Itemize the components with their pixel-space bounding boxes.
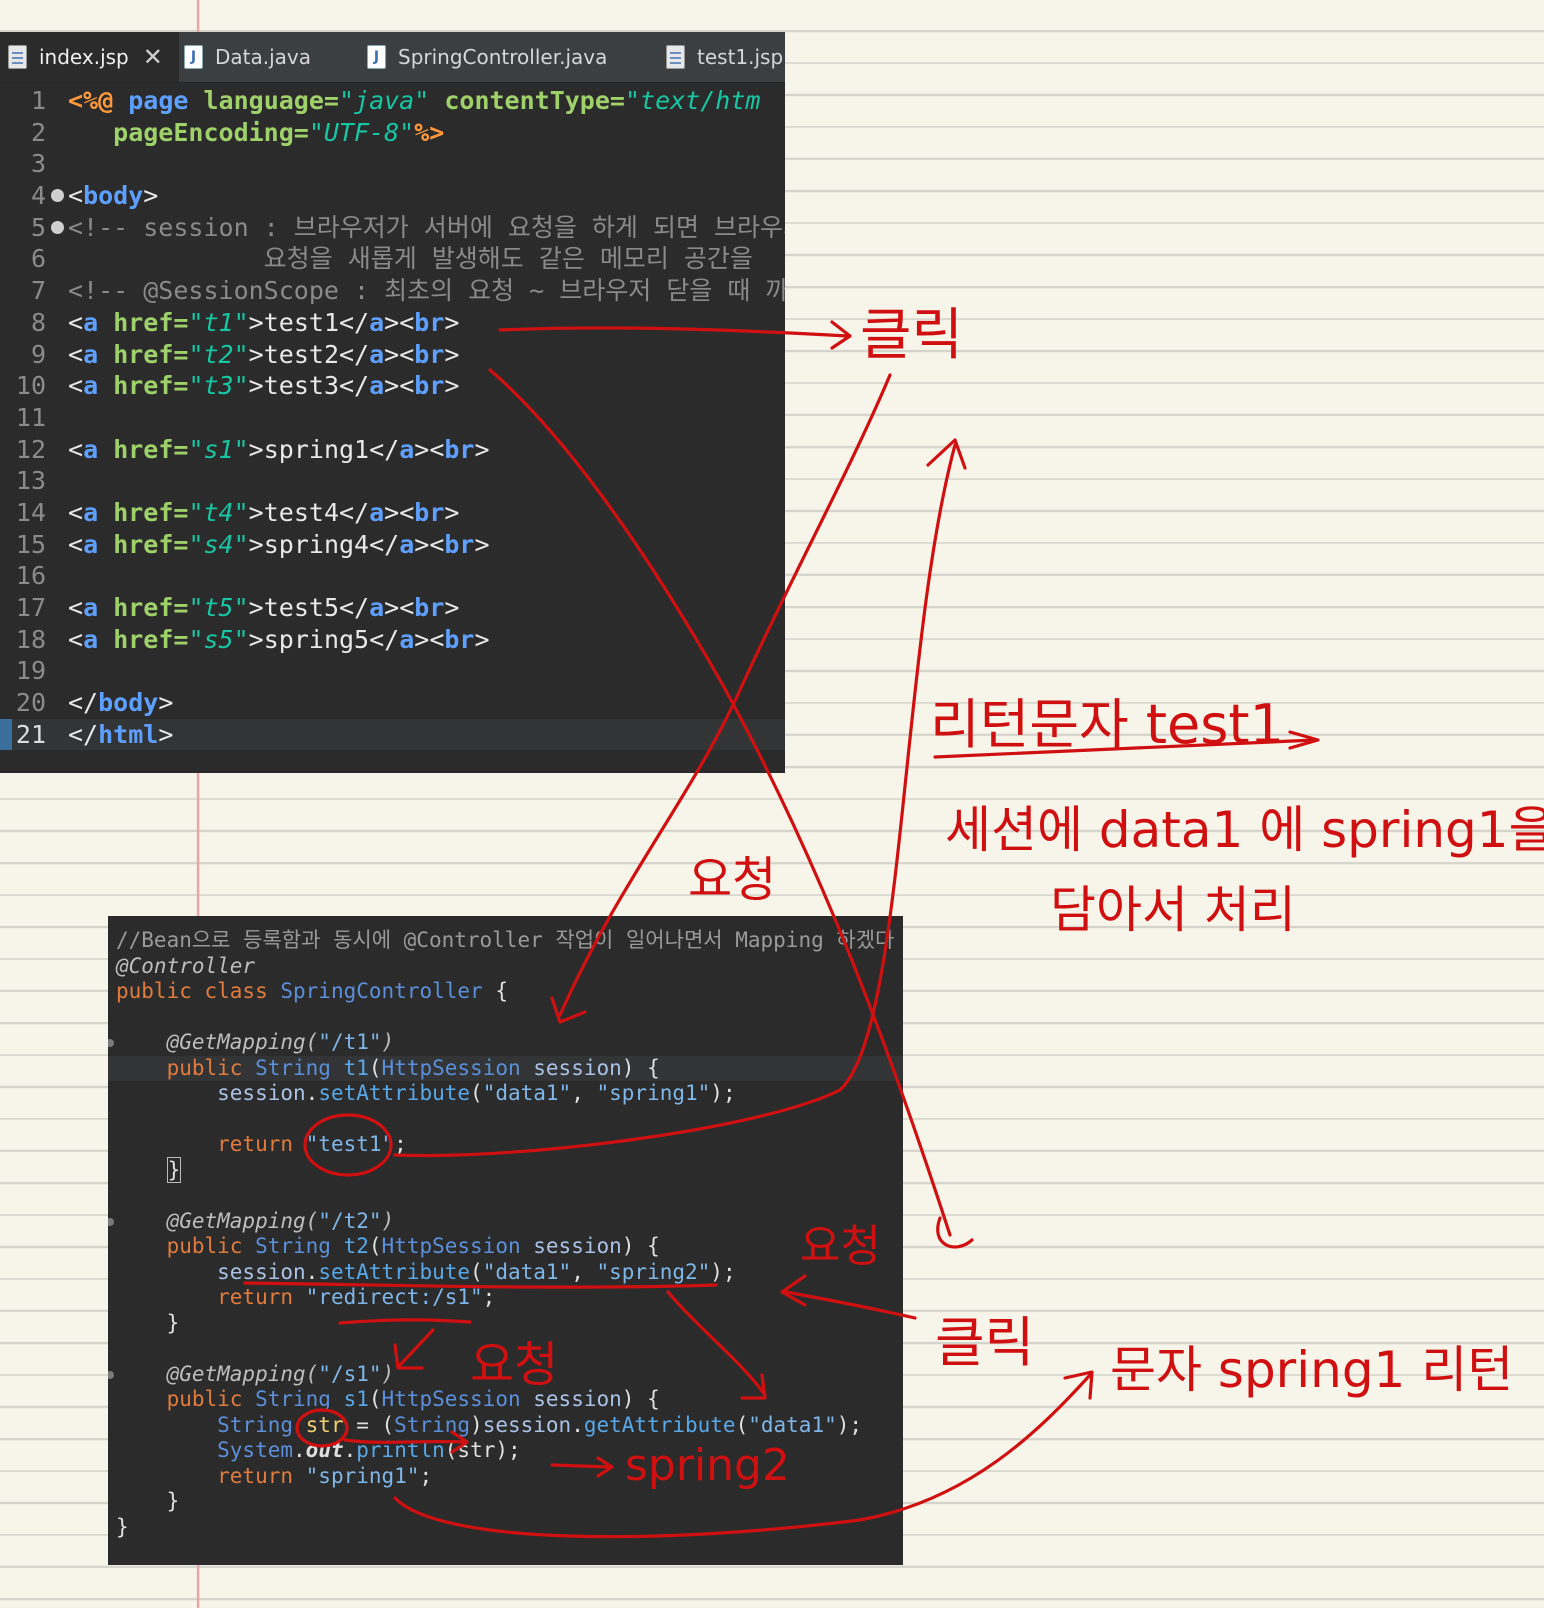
code-line: 19 <box>15 656 46 686</box>
code-line: 9 <a href="t2">test2</a><br> <box>30 339 460 369</box>
code-line: 3 <box>30 149 46 179</box>
code-line: session.setAttribute("data1", "spring2")… <box>116 1259 736 1284</box>
handwritten-note: 요청 <box>688 852 777 908</box>
code-line: return "redirect:/s1"; <box>116 1285 496 1309</box>
handwritten-note: 문자 spring1 리턴 <box>1110 1341 1514 1399</box>
handwritten-note: 클릭 <box>860 303 964 368</box>
code-line: public class SpringController { <box>116 979 508 1003</box>
code-line: 8 <a href="t1">test1</a><br> <box>30 307 460 337</box>
handwritten-note: 클릭 <box>935 1311 1035 1374</box>
jsp-file-icon <box>8 45 27 69</box>
arrow-tail <box>936 1216 974 1249</box>
editor-tab-bar: index.jsp ✕ J Data.java J SpringControll… <box>0 32 785 83</box>
code-line: 4 <body> <box>30 181 159 211</box>
fold-icon[interactable] <box>51 189 64 203</box>
java-editor-window: //Bean으로 등록함과 동시에 @Controller 작업이 일어나면서 … <box>108 916 903 1565</box>
code-line: 7 <!-- @SessionScope : 최초의 요청 ~ 브라우저 닫을 때… <box>30 276 785 306</box>
arrow-head <box>926 438 967 470</box>
code-line: System.out.println(str); <box>116 1438 521 1462</box>
code-line: } <box>116 1489 180 1513</box>
code-line: } <box>116 1310 180 1335</box>
jsp-code-area[interactable]: 1 <%@ page language="java" contentType="t… <box>0 83 785 751</box>
code-line: return "test1"; <box>116 1132 407 1156</box>
close-tab-icon[interactable]: ✕ <box>143 43 163 71</box>
code-line: public String s1(HttpSession session) { <box>116 1387 660 1411</box>
java-file-icon: J <box>367 45 386 69</box>
handwritten-note: 리턴문자 test1 <box>930 693 1284 756</box>
code-line: @GetMapping("/t1") <box>108 1030 903 1056</box>
code-line: 6 요청을 새롭게 발생해도 같은 메모리 공간을 <box>30 244 753 274</box>
code-line: 16 <box>15 561 46 591</box>
tab-data-java[interactable]: J Data.java <box>184 32 311 82</box>
code-line: session.setAttribute("data1", "spring1")… <box>116 1081 736 1105</box>
code-line: 13 <box>15 466 46 496</box>
code-line: //Bean으로 등록함과 동시에 @Controller 작업이 일어나면서 … <box>116 928 895 952</box>
breakpoint-marker <box>108 1370 114 1379</box>
code-line: 10 <a href="t3">test3</a><br> <box>15 371 460 401</box>
code-line: 15 <a href="s4">spring4</a><br> <box>15 529 490 559</box>
tab-label: SpringController.java <box>398 45 608 69</box>
code-line-current: 21 </html> <box>0 718 785 751</box>
fold-icon[interactable] <box>51 220 64 234</box>
tab-label: test1.jsp <box>697 45 784 69</box>
arrow-head <box>830 320 852 350</box>
code-line: @Controller <box>116 953 256 978</box>
code-line: @GetMapping("/s1") <box>108 1362 903 1388</box>
arrow-head <box>1063 1370 1094 1400</box>
code-line: String str = (String)session.getAttribut… <box>116 1412 863 1437</box>
code-line: public String t1(HttpSession session) { <box>108 1055 903 1081</box>
code-line: 20 </body> <box>15 688 174 718</box>
java-file-icon: J <box>184 45 203 69</box>
arrow-head <box>1288 730 1320 750</box>
breakpoint-marker <box>108 1217 114 1226</box>
tab-label: index.jsp <box>39 45 129 69</box>
breakpoint-marker <box>108 1039 114 1047</box>
code-line: 1 <%@ page language="java" contentType="t… <box>30 86 761 115</box>
code-line: 5 <!-- session : 브라우저가 서버에 요청을 하게 되면 브라우저 <box>30 212 785 242</box>
underline <box>933 738 1317 759</box>
code-line: 2 pageEncoding="UTF-8"%> <box>30 117 445 147</box>
code-line: } <box>116 1514 129 1539</box>
handwritten-note: 세션에 data1 에 spring1을 <box>945 801 1544 859</box>
jsp-file-icon <box>666 45 685 69</box>
tab-label: Data.java <box>215 45 312 69</box>
code-line: 17 <a href="t5">test5</a><br> <box>15 593 460 622</box>
code-line: 18 <a href="s5">spring5</a><br> <box>15 624 490 654</box>
code-line: 11 <box>15 402 46 432</box>
code-line: 12 <a href="s1">spring1</a><br> <box>15 434 490 464</box>
code-line: 14 <a href="t4">test4</a><br> <box>15 497 460 527</box>
code-line: } <box>166 1156 182 1183</box>
handwritten-note: 담아서 처리 <box>1050 881 1296 939</box>
code-line: @GetMapping("/t2") <box>108 1209 903 1235</box>
code-line: return "spring1"; <box>116 1463 433 1488</box>
tab-index-jsp[interactable]: index.jsp ✕ <box>0 32 179 82</box>
tab-springcontroller-java[interactable]: J SpringController.java <box>367 32 607 82</box>
code-line: public String t2(HttpSession session) { <box>116 1234 660 1258</box>
jsp-editor-window: index.jsp ✕ J Data.java J SpringControll… <box>0 32 785 773</box>
tab-test1-jsp[interactable]: test1.jsp <box>666 32 783 82</box>
java-code-area[interactable]: //Bean으로 등록함과 동시에 @Controller 작업이 일어나면서 … <box>108 916 903 1540</box>
